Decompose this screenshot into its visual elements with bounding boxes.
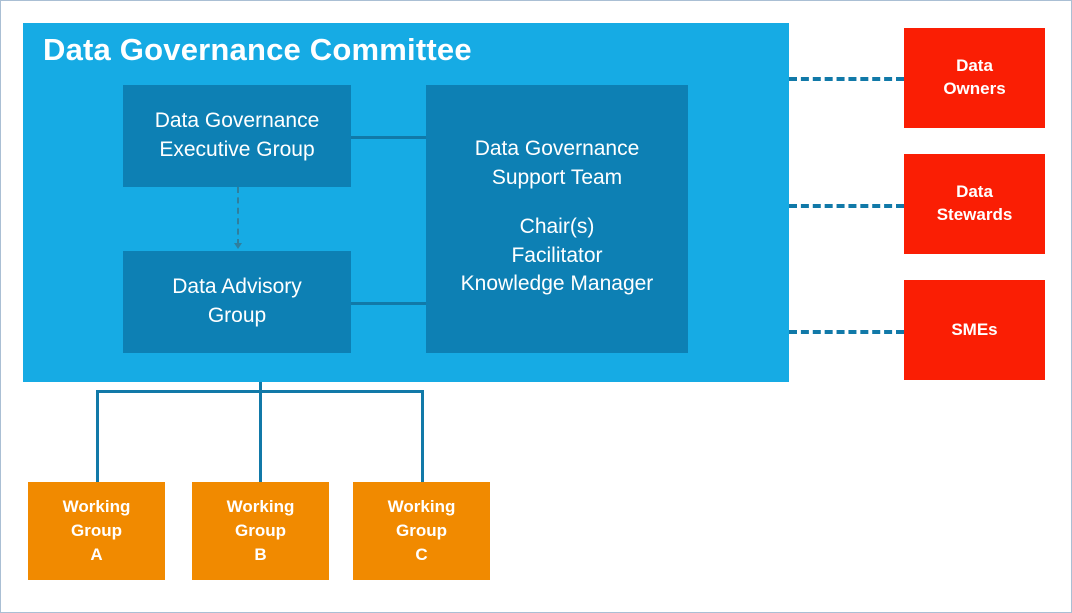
working-group-c-line-3: C [415, 544, 428, 564]
connector-exec-to-support [351, 136, 426, 139]
box-data-stewards[interactable]: Data Stewards [904, 154, 1045, 254]
connector-advisory-to-support [351, 302, 426, 305]
support-team-role-3: Knowledge Manager [460, 272, 654, 296]
data-owners-line-2: Owners [943, 79, 1006, 98]
advisory-group-line-2: Group [207, 304, 267, 327]
working-group-c-line-2: Group [396, 521, 447, 541]
working-group-b-line-1: Working [226, 497, 295, 517]
connector-drop-working-group-a [96, 390, 99, 482]
working-group-b-line-3: B [254, 544, 267, 564]
data-governance-committee-panel: Data Governance Committee Data Governanc… [23, 23, 789, 382]
box-data-governance-support-team[interactable]: Data Governance Support Team Chair(s) Fa… [426, 85, 688, 353]
working-group-a-line-2: Group [71, 521, 122, 541]
data-stewards-line-1: Data [956, 182, 993, 202]
connector-drop-working-group-c [421, 390, 424, 482]
exec-group-line-2: Executive Group [159, 138, 315, 161]
working-group-b-line-2: Group [235, 521, 286, 541]
box-data-owners[interactable]: Data Owners [904, 28, 1045, 128]
connector-drop-working-group-b [259, 390, 262, 482]
box-data-governance-executive-group[interactable]: Data Governance Executive Group [123, 85, 351, 187]
dashed-connector-data-stewards [789, 204, 904, 208]
support-team-line-1: Data Governance [474, 137, 640, 160]
working-group-a-line-1: Working [62, 497, 131, 517]
support-team-role-2: Facilitator [511, 243, 603, 267]
box-working-group-b[interactable]: Working Group B [192, 482, 329, 580]
working-group-c-line-1: Working [387, 497, 456, 517]
data-stewards-line-2: Stewards [936, 205, 1013, 224]
smes-line-1: SMEs [951, 319, 998, 339]
box-data-advisory-group[interactable]: Data Advisory Group [123, 251, 351, 353]
support-team-role-1: Chair(s) [519, 215, 595, 239]
data-owners-line-1: Data [956, 56, 993, 76]
box-smes[interactable]: SMEs [904, 280, 1045, 380]
dashed-connector-data-owners [789, 77, 904, 81]
advisory-group-line-1: Data Advisory [172, 275, 302, 299]
exec-group-line-1: Data Governance [154, 109, 320, 133]
working-group-a-line-3: A [90, 544, 103, 564]
dashed-arrow-exec-to-advisory [237, 187, 239, 245]
committee-title: Data Governance Committee [43, 32, 472, 67]
diagram-canvas: Data Governance Committee Data Governanc… [0, 0, 1072, 613]
arrowhead-icon [234, 243, 242, 249]
box-working-group-c[interactable]: Working Group C [353, 482, 490, 580]
box-working-group-a[interactable]: Working Group A [28, 482, 165, 580]
support-team-line-2: Support Team [491, 165, 623, 189]
dashed-connector-smes [789, 330, 904, 334]
